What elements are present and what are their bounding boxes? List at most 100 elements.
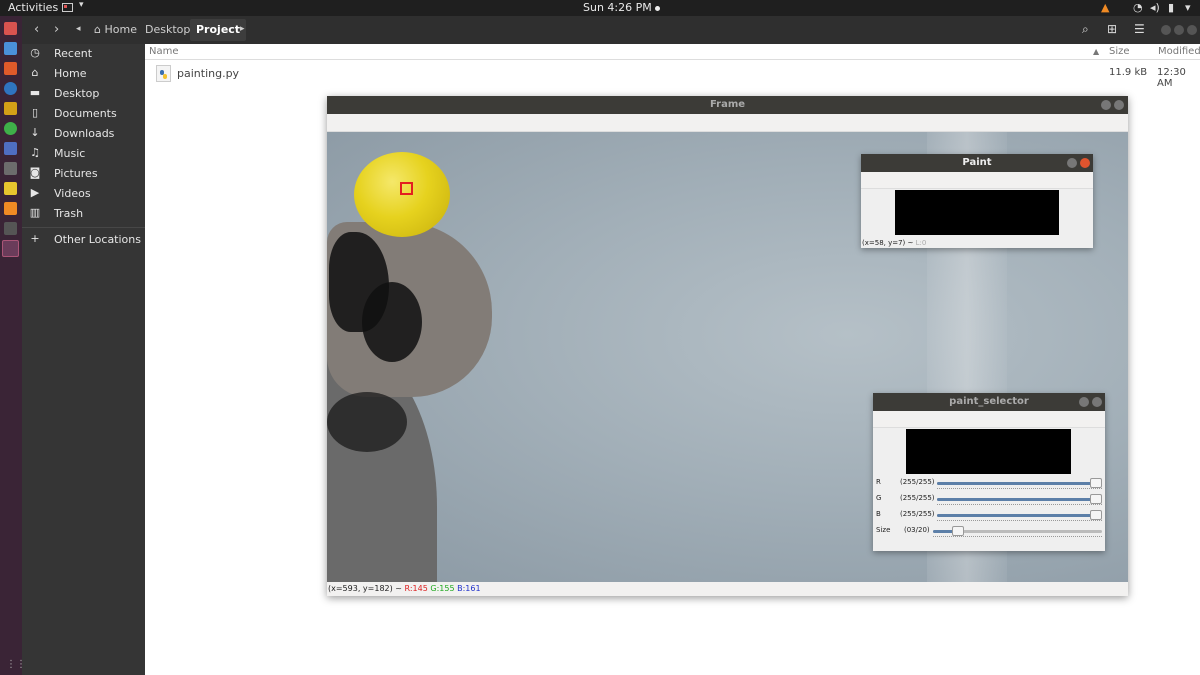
selector-titlebar[interactable]: paint_selector [873,393,1105,411]
slider-r: R (255/255) [873,475,1105,491]
paint-minimize-button[interactable] [1067,158,1077,168]
folder-icon: ▬ [29,86,41,99]
selector-minimize-button[interactable] [1079,397,1089,407]
vlc-tray-icon[interactable]: ▲ [1101,1,1109,14]
column-header-modified[interactable]: Modified [1158,46,1200,57]
slider-b-ticks [937,520,1102,522]
sidebar-item-downloads[interactable]: ↓ Downloads [22,124,145,144]
sidebar-item-label: Trash [54,207,84,220]
frame-titlebar[interactable]: Frame [327,96,1128,114]
back-button[interactable]: ‹ [34,22,39,37]
dock-app-icon[interactable] [4,122,17,135]
frame-status-coords: (x=593, y=182) ~ [328,584,402,593]
sidebar-item-music[interactable]: ♫ Music [22,144,145,164]
sidebar-item-label: Downloads [54,127,115,140]
paint-status-bar: (x=58, y=7) ~ L:0 [862,239,926,247]
slider-r-fill [937,482,1102,485]
app-menu-chevron-icon[interactable]: ▾ [79,0,84,10]
dock-app-icon[interactable] [4,142,17,155]
slider-r-handle[interactable] [1090,478,1102,488]
file-row[interactable]: painting.py 11.9 kB 12:30 AM [145,63,1200,89]
slider-r-track[interactable] [937,478,1102,488]
selector-close-button[interactable] [1092,397,1102,407]
paint-close-button[interactable] [1080,158,1090,168]
file-size: 11.9 kB [1109,67,1148,78]
search-icon[interactable]: ⌕ [1082,22,1089,37]
system-menu-chevron-icon[interactable]: ▾ [1185,1,1191,14]
slider-r-value: (255/255) [900,478,935,486]
breadcrumb-home[interactable]: ⌂ Home [88,19,143,41]
breadcrumb-project[interactable]: Project [190,19,247,41]
sidebar-item-pictures[interactable]: ◙ Pictures [22,164,145,184]
maximize-button[interactable] [1174,25,1184,35]
top-bar: Activities ▾ Sun 4:26 PM ▲ ◔ ◂) ▮ ▾ [0,0,1200,16]
frame-minimize-button[interactable] [1101,100,1111,110]
dock-vlc-icon[interactable] [4,202,17,215]
sidebar-item-documents[interactable]: ▯ Documents [22,104,145,124]
paint-titlebar[interactable]: Paint [861,154,1093,172]
paint-window: Paint (x=58, y=7) ~ L:0 [861,154,1093,248]
slider-b-handle[interactable] [1090,510,1102,520]
dock-app-icon[interactable] [4,222,17,235]
dock-browser-icon[interactable] [4,82,17,95]
dock-files-icon[interactable] [4,42,17,55]
path-left-arrow-icon[interactable]: ◂ [76,24,81,34]
paint-canvas[interactable] [895,190,1059,235]
slider-r-ticks [937,488,1102,490]
camera-icon: ◙ [29,166,41,179]
slider-b-fill [937,514,1102,517]
view-toggle-icon[interactable]: ⊞ [1107,22,1117,36]
slider-g-handle[interactable] [1090,494,1102,504]
column-header-size[interactable]: Size [1109,46,1130,57]
minimize-button[interactable] [1161,25,1171,35]
menu-icon[interactable]: ☰ [1134,22,1145,36]
slider-size-handle[interactable] [952,526,965,536]
download-icon: ↓ [30,126,40,139]
slider-r-label: R [876,478,881,486]
slider-b-track[interactable] [937,510,1102,520]
forward-button[interactable]: › [54,22,59,37]
dock-app-icon[interactable] [4,22,17,35]
frame-title: Frame [709,99,746,110]
breadcrumb-desktop[interactable]: Desktop [139,19,196,41]
video-icon: ▶ [30,186,40,199]
close-button[interactable] [1187,25,1197,35]
sidebar-item-videos[interactable]: ▶ Videos [22,184,145,204]
wifi-icon[interactable]: ◔ [1133,1,1143,14]
frame-close-button[interactable] [1114,100,1124,110]
slider-size-track[interactable] [933,526,1102,536]
slider-g-ticks [937,504,1102,506]
slider-g: G (255/255) [873,491,1105,507]
sidebar-item-recent[interactable]: ◷ Recent [22,44,145,64]
sidebar-item-home[interactable]: ⌂ Home [22,64,145,84]
sidebar-item-other-locations[interactable]: + Other Locations [22,230,145,250]
notification-dot-icon [654,5,660,11]
hand-shadow [362,282,422,362]
sidebar-item-label: Music [54,147,86,160]
volume-icon[interactable]: ◂) [1150,1,1160,14]
battery-icon[interactable]: ▮ [1168,1,1174,14]
sidebar-item-label: Documents [54,107,117,120]
path-right-arrow-icon[interactable]: ▸ [240,24,245,34]
slider-g-track[interactable] [937,494,1102,504]
sidebar-item-desktop[interactable]: ▬ Desktop [22,84,145,104]
app-menu-icon[interactable] [62,3,73,12]
sidebar-item-trash[interactable]: ▥ Trash [22,204,145,224]
file-modified: 12:30 AM [1157,67,1186,89]
slider-size-value: (03/20) [904,526,930,534]
dock-software-icon[interactable] [4,62,17,75]
dock-active-app-icon[interactable] [2,240,19,257]
column-header-name[interactable]: Name [149,46,179,57]
dock-app-icon[interactable] [4,162,17,175]
dock-app-icon[interactable] [4,182,17,195]
sidebar-item-label: Pictures [54,167,98,180]
activities-button[interactable]: Activities [8,1,58,14]
clock[interactable]: Sun 4:26 PM [583,1,660,14]
sort-ascending-icon: ▲ [1093,47,1100,56]
music-icon: ♫ [30,146,40,159]
sidebar-item-label: Videos [54,187,91,200]
plus-icon: + [30,232,40,245]
clock-text: Sun 4:26 PM [583,1,652,14]
dock-app-icon[interactable] [4,102,17,115]
tracking-marker [400,182,413,195]
